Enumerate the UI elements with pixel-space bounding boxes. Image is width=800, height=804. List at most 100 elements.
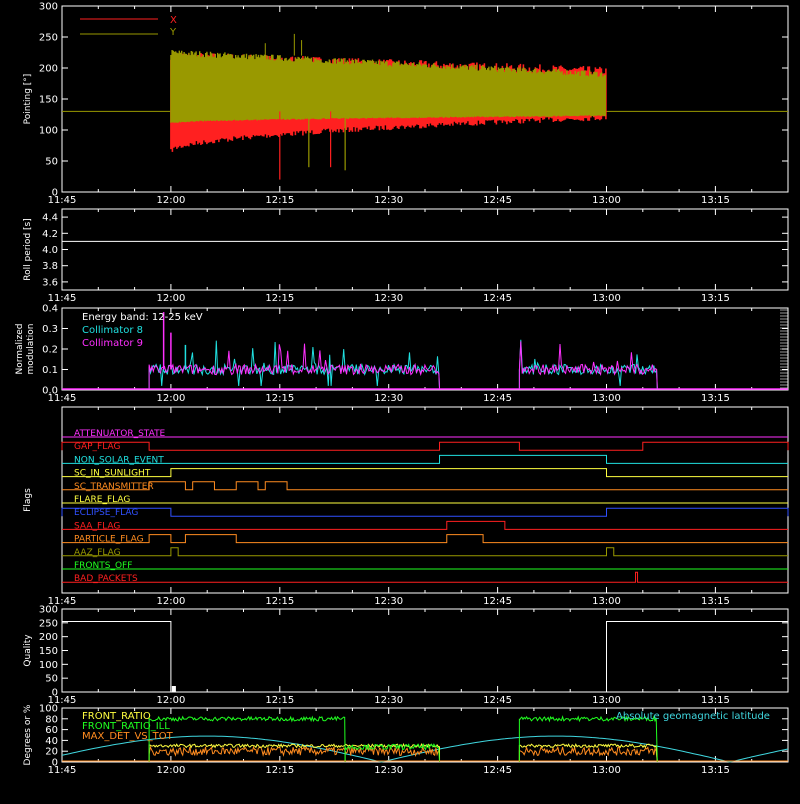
flag-trace — [61, 507, 789, 517]
x-tick-label: 13:00 — [592, 596, 621, 607]
collimator-8-series — [148, 340, 441, 390]
flags-panel: 11:45 12:00 12:15 12:30 12:45 13:00 13:15Flags… — [23, 406, 789, 607]
x-tick-label: 12:45 — [483, 596, 512, 607]
max-det-vs-tot-series — [518, 745, 658, 763]
x-tick-label: 12:15 — [265, 695, 294, 706]
y-tick-label: 0.2 — [42, 345, 58, 356]
y-tick-label: 0.3 — [42, 324, 58, 335]
y-tick-label: 100 — [39, 660, 58, 671]
x-tick-label: 12:00 — [156, 293, 185, 304]
legend-collimator-8: Collimator 8 — [82, 325, 143, 336]
x-tick-label: 13:15 — [701, 596, 730, 607]
modulation-ylabel-line: Normalized — [15, 323, 25, 374]
roll-period-ylabel: Roll period [s] — [23, 218, 33, 280]
modulation-ylabel-line: modulation — [26, 324, 36, 375]
x-tick-label: 13:00 — [592, 695, 621, 706]
y-tick-label: 300 — [39, 2, 58, 13]
y-tick-label: 0.4 — [42, 304, 58, 315]
y-tick-label: 0.0 — [42, 386, 58, 397]
x-tick-label: 12:30 — [374, 393, 403, 404]
quality-panel: 11:45 12:00 12:15 12:30 12:45 13:00 13:1505010… — [23, 605, 789, 706]
x-tick-label: 12:30 — [374, 695, 403, 706]
y-tick-label: 200 — [39, 64, 58, 75]
y-tick-label: 0.1 — [42, 365, 58, 376]
y-tick-label: 4.2 — [42, 229, 58, 240]
x-tick-label: 12:45 — [483, 293, 512, 304]
y-tick-label: 20 — [45, 747, 58, 758]
y-tick-label: 0 — [52, 688, 58, 699]
flag-trace — [62, 468, 788, 478]
x-tick-label: 13:00 — [592, 765, 621, 776]
x-tick-label: 12:30 — [374, 596, 403, 607]
x-tick-label: 13:15 — [701, 695, 730, 706]
x-tick-label: 12:00 — [156, 596, 185, 607]
legend-collimator-9: Collimator 9 — [82, 338, 143, 349]
max-det-vs-tot-series — [148, 745, 441, 763]
x-tick-label: 12:00 — [156, 695, 185, 706]
flag-trace — [62, 571, 788, 583]
flag-trace — [62, 520, 788, 530]
y-tick-label: 150 — [39, 95, 58, 106]
y-tick-label: 100 — [39, 704, 58, 715]
flag-label: GAP_FLAG — [74, 442, 120, 452]
x-tick-label: 13:00 — [592, 195, 621, 206]
x-tick-label: 12:45 — [483, 393, 512, 404]
flags-ylabel: Flags — [23, 488, 33, 512]
flag-trace — [62, 454, 788, 464]
y-tick-label: 4.4 — [42, 213, 58, 224]
x-tick-label: 13:15 — [701, 393, 730, 404]
y-tick-label: 150 — [39, 646, 58, 657]
legend-x-label: X — [170, 15, 177, 26]
roll-period-frame — [61, 208, 789, 291]
x-tick-label: 11:45 — [48, 293, 77, 304]
x-tick-label: 12:45 — [483, 765, 512, 776]
collimator-9-series — [518, 341, 658, 390]
x-tick-label: 12:00 — [156, 765, 185, 776]
y-tick-label: 60 — [45, 725, 58, 736]
x-tick-label: 12:15 — [265, 596, 294, 607]
y-tick-label: 40 — [45, 736, 58, 747]
y-tick-label: 3.8 — [42, 261, 58, 272]
legend-y-label: Y — [169, 27, 177, 38]
x-tick-label: 13:15 — [701, 765, 730, 776]
x-tick-label: 12:45 — [483, 695, 512, 706]
y-tick-label: 50 — [45, 157, 58, 168]
y-tick-label: 300 — [39, 605, 58, 616]
x-tick-label: 12:15 — [265, 765, 294, 776]
x-tick-label: 12:30 — [374, 765, 403, 776]
x-tick-label: 12:00 — [156, 195, 185, 206]
modulation-energy-band: Energy band: 12-25 keV — [82, 312, 203, 323]
hessi-observing-summary: 11:45 12:00 12:15 12:30 12:45 13:00 13:15 0 50 10… — [0, 0, 800, 800]
quality-blip — [171, 686, 176, 692]
flag-trace — [62, 481, 788, 491]
roll-period-panel: 11:45 12:00 12:15 12:30 12:45 13:00 13:15 3.6 3.… — [23, 208, 789, 304]
quality-ylabel: Quality — [23, 634, 33, 667]
legend-geomagnetic-latitude: Absolute geomagnetic latitude — [616, 711, 770, 722]
x-tick-label: 12:30 — [374, 293, 403, 304]
y-tick-label: 0 — [52, 188, 58, 199]
pointing-ylabel: Pointing [°] — [23, 74, 33, 125]
y-tick-label: 50 — [45, 674, 58, 685]
y-tick-label: 3.6 — [42, 277, 58, 288]
y-tick-label: 80 — [45, 714, 58, 725]
x-tick-label: 12:00 — [156, 393, 185, 404]
x-tick-label: 12:15 — [265, 293, 294, 304]
flag-trace — [62, 534, 788, 544]
y-tick-label: 0 — [52, 758, 58, 769]
pointing-panel: 11:45 12:00 12:15 12:30 12:45 13:00 13:1505010… — [23, 2, 789, 206]
x-tick-label: 12:30 — [374, 195, 403, 206]
x-tick-label: 13:00 — [592, 393, 621, 404]
x-tick-label: 13:15 — [701, 195, 730, 206]
legend-max-det-vs-tot: MAX_DET_VS_TOT — [82, 731, 174, 742]
front-ratio-ill-series — [518, 715, 658, 763]
x-tick-label: 13:00 — [592, 293, 621, 304]
y-tick-label: 100 — [39, 126, 58, 137]
flag-label: ECLIPSE_FLAG — [74, 508, 138, 518]
summary-plot-canvas: 11:45 12:00 12:15 12:30 12:45 13:00 13:15 0 50 10… — [15, 2, 789, 776]
x-tick-label: 12:15 — [265, 393, 294, 404]
ratios-ylabel: Degrees or % — [23, 704, 33, 765]
x-tick-label: 12:15 — [265, 195, 294, 206]
y-tick-label: 200 — [39, 632, 58, 643]
y-tick-label: 250 — [39, 33, 58, 44]
flags-frame — [61, 406, 789, 594]
